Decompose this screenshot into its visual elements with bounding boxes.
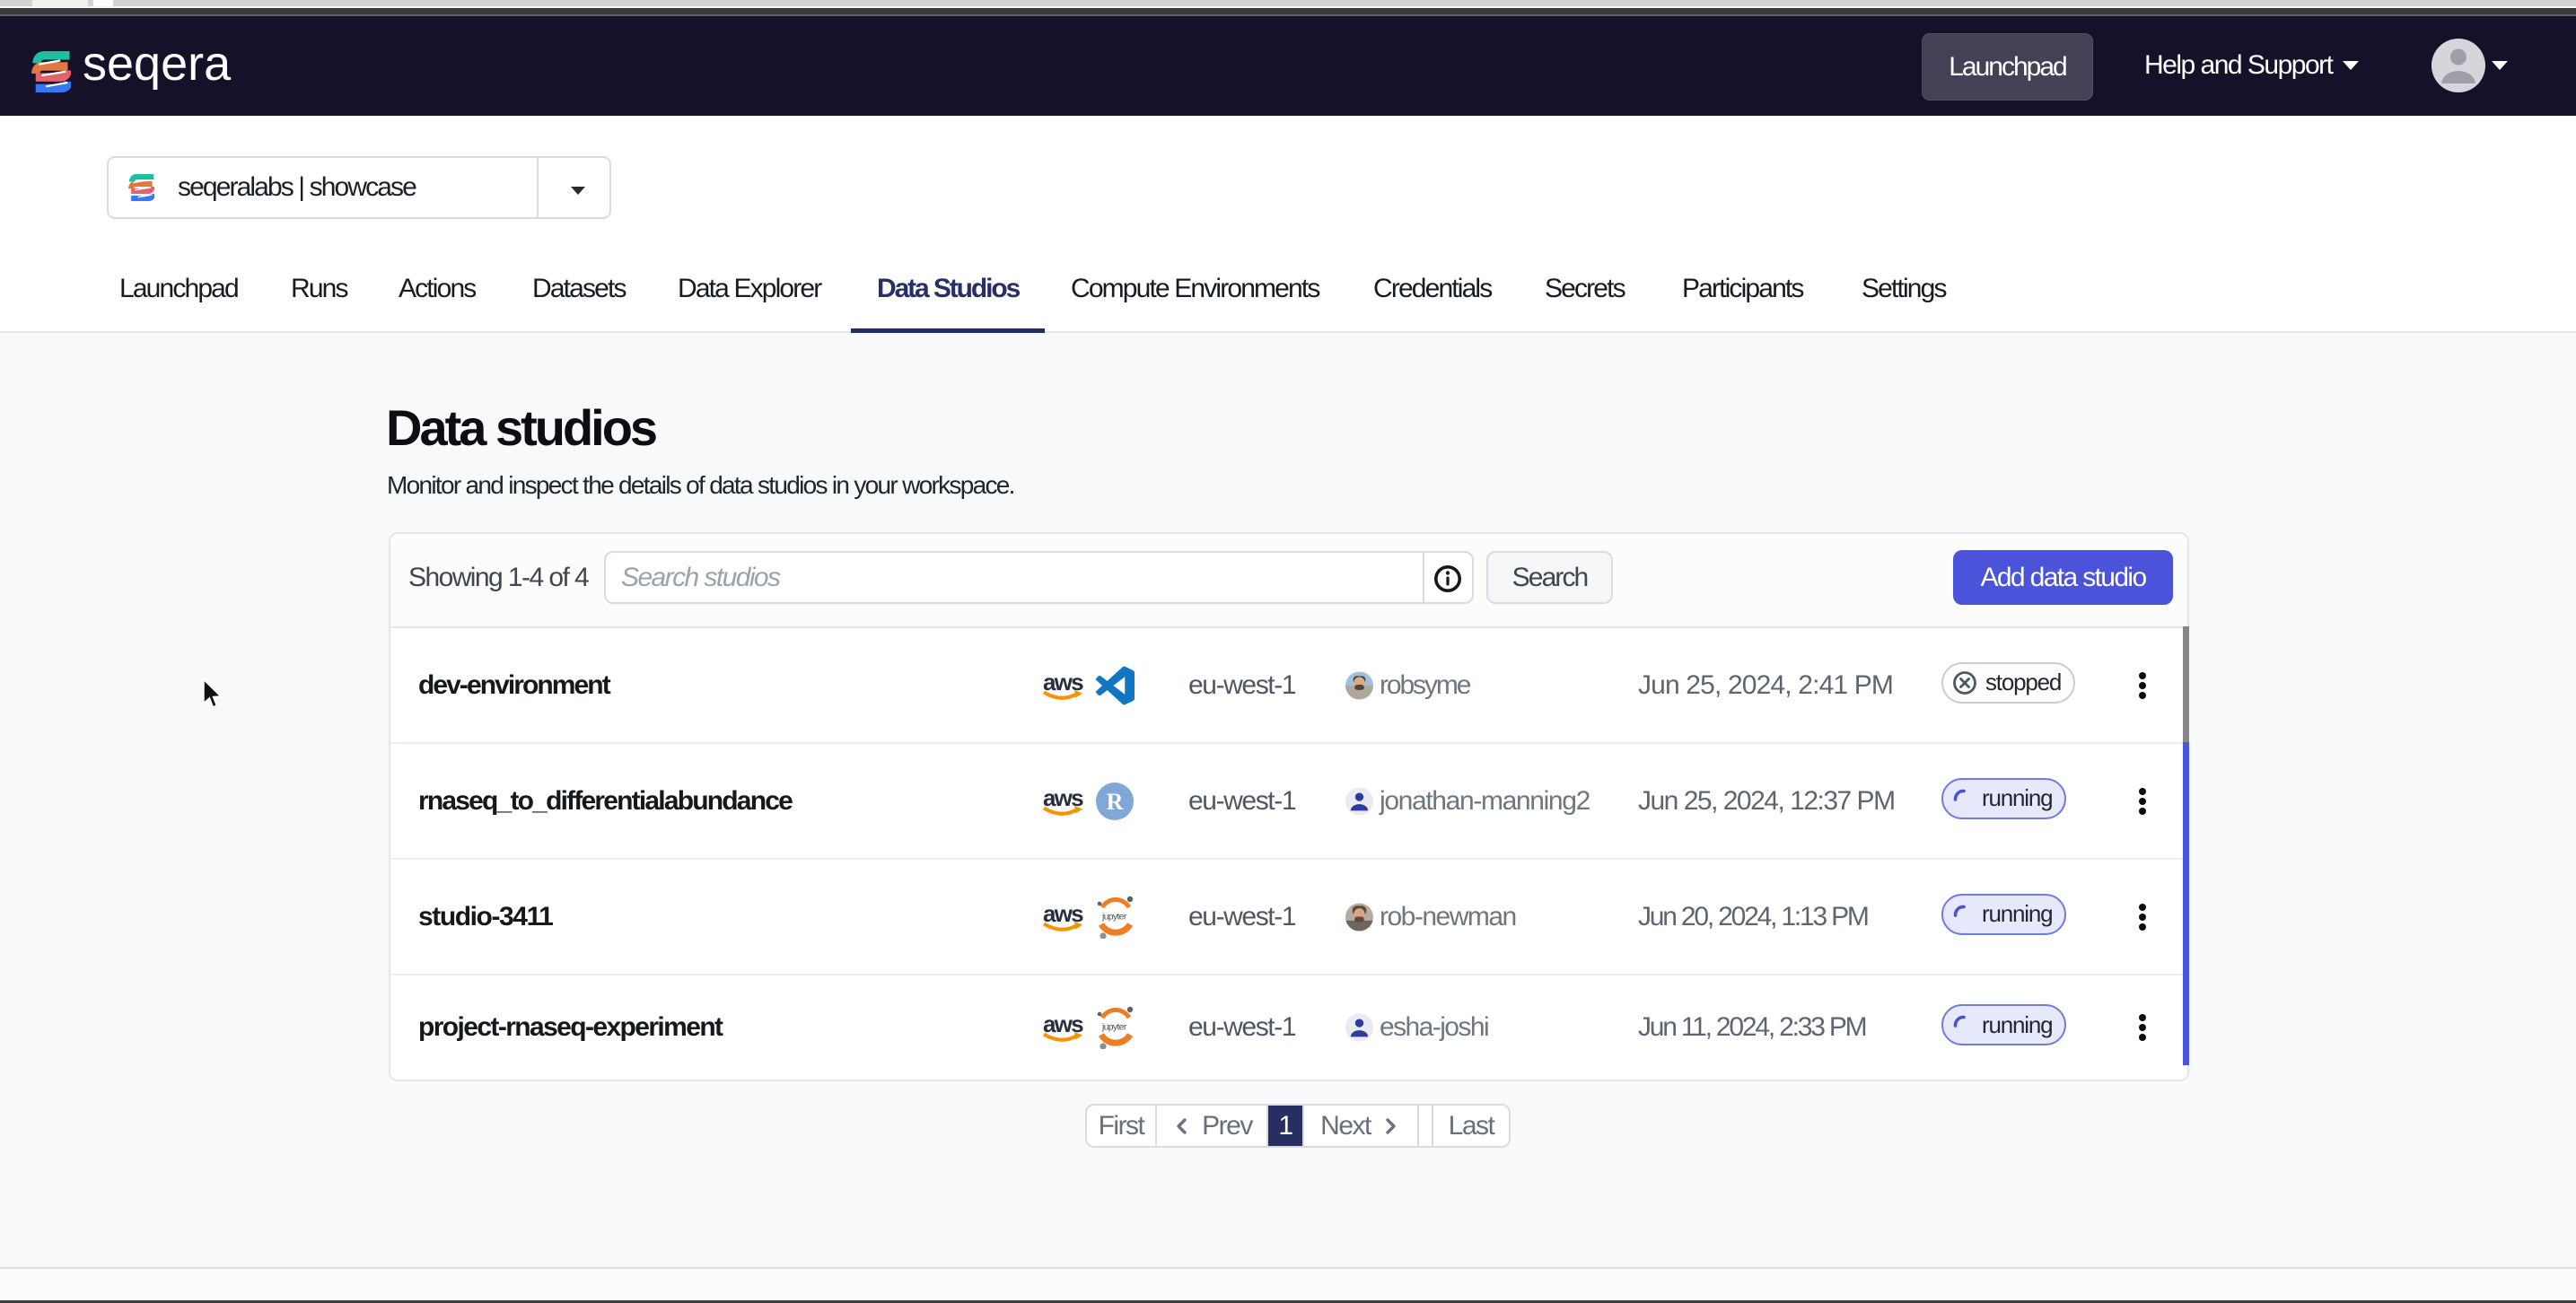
svg-text:R: R — [1107, 789, 1124, 815]
